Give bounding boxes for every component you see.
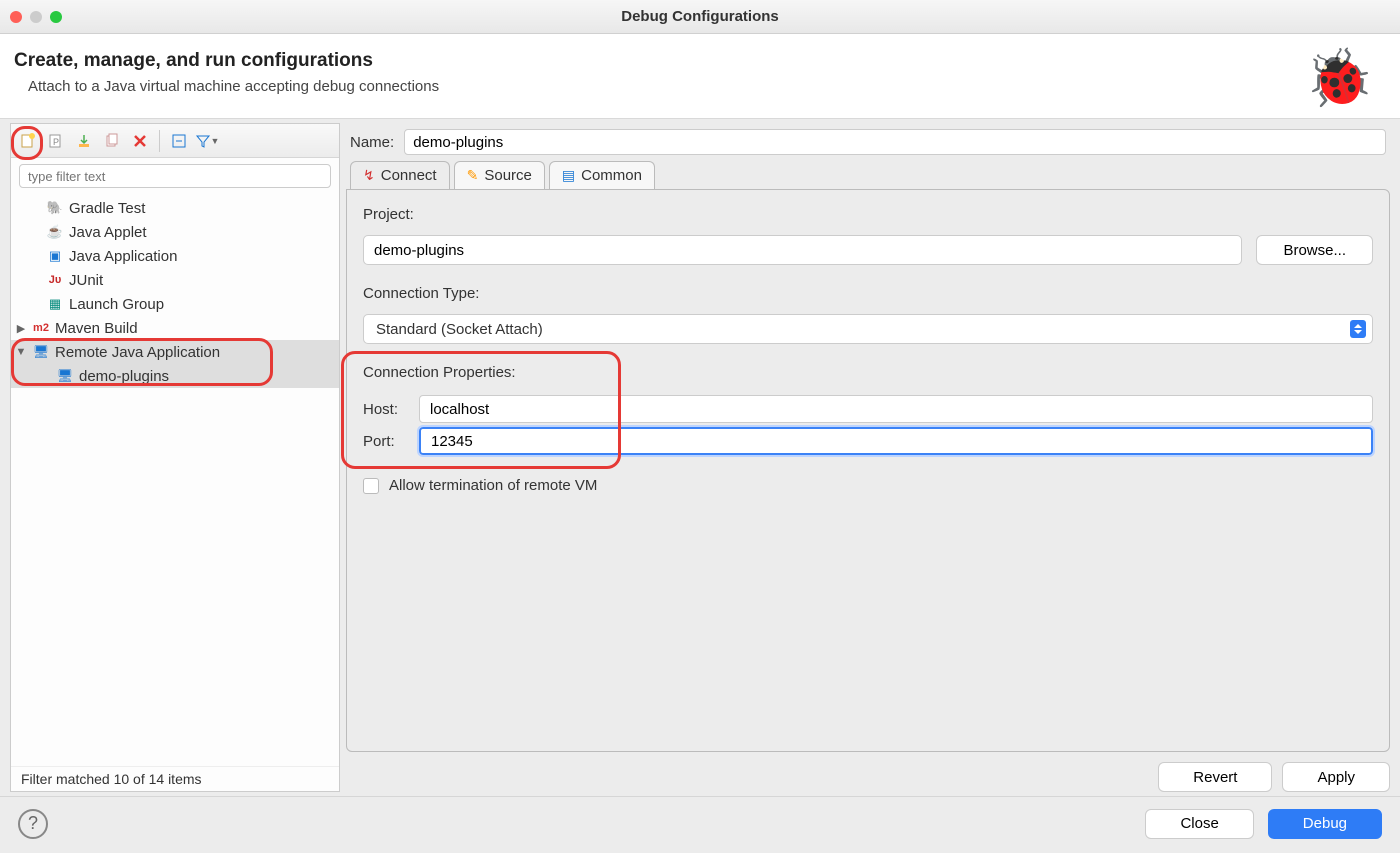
connection-type-label: Connection Type: [363, 283, 1373, 304]
tree-item-label: Launch Group [69, 296, 164, 313]
tree-item-java-applet[interactable]: ☕ Java Applet [11, 220, 339, 244]
duplicate-button[interactable] [99, 128, 125, 154]
allow-terminate-label: Allow termination of remote VM [389, 477, 597, 494]
project-input[interactable] [363, 235, 1242, 265]
browse-button[interactable]: Browse... [1256, 235, 1373, 265]
tree-item-label: demo-plugins [79, 368, 169, 385]
tree-item-label: Gradle Test [69, 200, 145, 217]
remote-java-icon: 🖥 [33, 344, 49, 360]
toolbar-divider [159, 130, 160, 152]
svg-text:P: P [53, 137, 59, 147]
tree-item-java-application[interactable]: ▣ Java Application [11, 244, 339, 268]
tab-connect[interactable]: ↯ Connect [350, 161, 450, 189]
filter-status: Filter matched 10 of 14 items [11, 766, 339, 791]
connect-icon: ↯ [363, 167, 375, 184]
tree-item-label: Java Application [69, 248, 177, 265]
collapse-all-button[interactable] [166, 128, 192, 154]
page-title: Create, manage, and run configurations [14, 50, 439, 72]
config-detail: Name: ↯ Connect ✎ Source ▤ Common Projec… [346, 123, 1390, 792]
launch-group-icon: ▦ [47, 296, 63, 312]
connection-type-select[interactable]: Standard (Socket Attach) [363, 314, 1373, 344]
tab-common[interactable]: ▤ Common [549, 161, 655, 189]
apply-button[interactable]: Apply [1282, 762, 1390, 792]
tree-item-demo-plugins[interactable]: 🖥 demo-plugins [11, 364, 339, 388]
chevron-down-icon[interactable]: ▼ [15, 346, 27, 358]
filter-input[interactable] [19, 164, 331, 188]
debug-button[interactable]: Debug [1268, 809, 1382, 839]
chevron-right-icon[interactable]: ▶ [15, 322, 27, 335]
tab-label: Connect [381, 167, 437, 184]
tree-item-remote-java-application[interactable]: ▼ 🖥 Remote Java Application [11, 340, 339, 364]
new-config-button[interactable] [15, 128, 41, 154]
help-button[interactable]: ? [18, 809, 48, 839]
junit-icon: Jᴜ [47, 272, 63, 288]
connection-props-label: Connection Properties: [363, 362, 1373, 383]
project-label: Project: [363, 204, 1373, 225]
source-icon: ✎ [467, 167, 479, 184]
java-app-icon: ▣ [47, 248, 63, 264]
export-button[interactable] [71, 128, 97, 154]
dialog-footer: ? Close Debug [0, 796, 1400, 850]
host-label: Host: [363, 401, 409, 418]
close-button[interactable]: Close [1145, 809, 1253, 839]
remote-java-child-icon: 🖥 [57, 368, 73, 384]
tree-item-launch-group[interactable]: ▦ Launch Group [11, 292, 339, 316]
common-icon: ▤ [562, 167, 575, 184]
tree-item-label: Maven Build [55, 320, 138, 337]
java-applet-icon: ☕ [47, 224, 63, 240]
tree-item-gradle-test[interactable]: 🐘 Gradle Test [11, 196, 339, 220]
tab-label: Common [581, 167, 642, 184]
revert-button[interactable]: Revert [1158, 762, 1272, 792]
tab-bar: ↯ Connect ✎ Source ▤ Common [346, 161, 1390, 189]
tree-item-junit[interactable]: Jᴜ JUnit [11, 268, 339, 292]
new-prototype-button[interactable]: P [43, 128, 69, 154]
tree-item-label: Remote Java Application [55, 344, 220, 361]
allow-terminate-checkbox[interactable] [363, 478, 379, 494]
bug-icon: 🐞 [1304, 50, 1374, 106]
tree-item-label: JUnit [69, 272, 103, 289]
port-label: Port: [363, 433, 409, 450]
select-stepper-icon [1350, 320, 1366, 338]
page-subtitle: Attach to a Java virtual machine accepti… [28, 78, 439, 95]
port-input[interactable] [419, 427, 1373, 455]
name-input[interactable] [404, 129, 1386, 155]
tab-label: Source [484, 167, 532, 184]
maven-icon: m2 [33, 320, 49, 336]
delete-button[interactable] [127, 128, 153, 154]
tree-item-label: Java Applet [69, 224, 147, 241]
titlebar: Debug Configurations [0, 0, 1400, 34]
filter-button[interactable]: ▼ [194, 128, 220, 154]
host-input[interactable] [419, 395, 1373, 423]
connection-type-value: Standard (Socket Attach) [376, 321, 543, 338]
tree-item-maven-build[interactable]: ▶ m2 Maven Build [11, 316, 339, 340]
name-label: Name: [350, 134, 394, 151]
tab-source[interactable]: ✎ Source [454, 161, 545, 189]
configurations-sidebar: P ▼ 🐘 Gradle Te [10, 123, 340, 792]
dialog-header: Create, manage, and run configurations A… [0, 34, 1400, 119]
config-tree: 🐘 Gradle Test ☕ Java Applet ▣ Java Appli… [11, 194, 339, 766]
connect-panel: Project: Browse... Connection Type: Stan… [346, 189, 1390, 752]
window-title: Debug Configurations [0, 8, 1400, 25]
gradle-icon: 🐘 [47, 200, 63, 216]
sidebar-toolbar: P ▼ [11, 124, 339, 158]
